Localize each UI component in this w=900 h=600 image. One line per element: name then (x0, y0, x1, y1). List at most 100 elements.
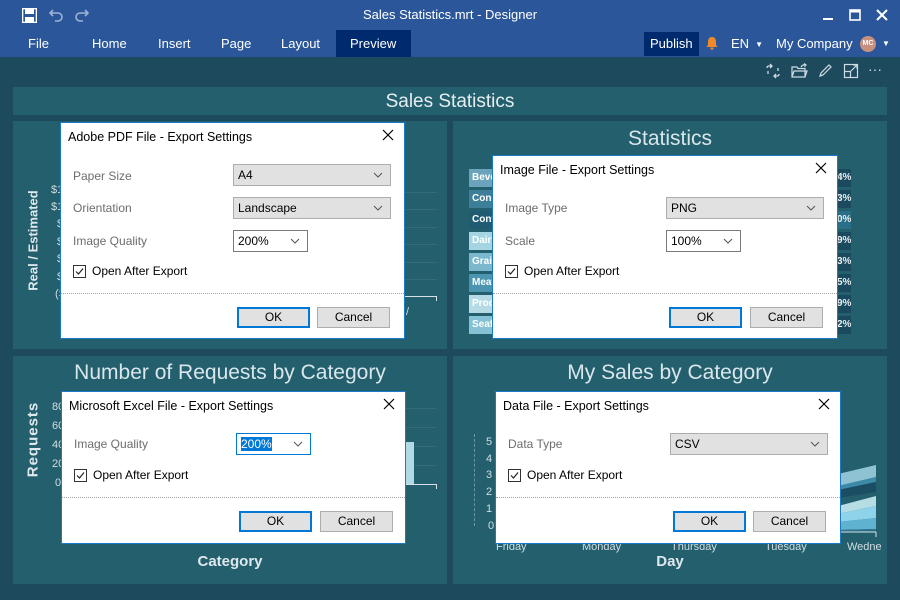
scale-label: Scale (505, 234, 536, 248)
close-icon[interactable] (381, 128, 399, 146)
panel-title: Statistics (627, 127, 713, 150)
close-icon[interactable] (814, 161, 832, 179)
x-axis-title: Day (656, 553, 684, 570)
data-export-dialog: Data File - Export Settings Data Type CS… (495, 391, 841, 544)
image-type-select[interactable]: PNG (666, 197, 824, 219)
chevron-down-icon (373, 172, 383, 178)
tab-preview[interactable]: Preview (336, 30, 411, 57)
checkbox-checked-icon (73, 264, 86, 278)
dialog-separator (496, 497, 840, 498)
ok-button[interactable]: OK (239, 511, 312, 532)
tab-layout[interactable]: Layout (267, 30, 334, 57)
account-chevron-down-icon[interactable]: ▼ (882, 30, 890, 57)
dialog-title: Microsoft Excel File - Export Settings (69, 399, 274, 413)
y-axis-title: Requests (24, 401, 42, 478)
dialog-title: Data File - Export Settings (503, 399, 649, 413)
dialog-separator (61, 293, 404, 294)
chevron-down-icon (290, 238, 300, 244)
title-bar: Sales Statistics.mrt - Designer (0, 0, 900, 30)
gridline (406, 427, 436, 428)
close-icon[interactable] (871, 5, 893, 25)
image-type-label: Image Type (505, 201, 568, 215)
ok-button[interactable]: OK (237, 307, 310, 328)
data-type-select[interactable]: CSV (670, 433, 828, 455)
chevron-down-icon (293, 441, 303, 447)
x-axis-title: Category (197, 553, 263, 570)
tab-insert[interactable]: Insert (144, 30, 205, 57)
open-after-export-checkbox[interactable]: Open After Export (74, 468, 188, 482)
y-tick: 3 (486, 469, 493, 481)
paper-size-value: A4 (238, 168, 253, 182)
fullscreen-icon[interactable] (843, 63, 859, 79)
close-icon[interactable] (382, 397, 400, 415)
open-after-export-label: Open After Export (93, 468, 189, 482)
chevron-down-icon (723, 238, 733, 244)
panel-title: Number of Requests by Category (74, 361, 386, 384)
close-icon[interactable] (817, 397, 835, 415)
avatar[interactable]: MC (860, 36, 876, 52)
statistics-percent: 2% (837, 316, 851, 334)
bell-icon[interactable] (705, 36, 719, 50)
refresh-icon[interactable] (765, 63, 781, 79)
statistics-percent: 0% (837, 211, 851, 229)
open-after-export-label: Open After Export (524, 264, 620, 278)
panel-title: My Sales by Category (567, 361, 773, 384)
open-folder-icon[interactable] (791, 63, 808, 79)
excel-export-dialog: Microsoft Excel File - Export Settings I… (61, 391, 406, 544)
checkbox-checked-icon (505, 264, 518, 278)
chevron-down-icon (806, 205, 816, 211)
statistics-percent: 3% (837, 190, 851, 208)
orientation-label: Orientation (73, 201, 132, 215)
image-quality-value: 200% (241, 437, 272, 451)
gridline (406, 408, 436, 409)
tab-home[interactable]: Home (78, 30, 141, 57)
open-after-export-label: Open After Export (92, 264, 188, 278)
language-label: EN (731, 36, 750, 51)
language-selector[interactable]: EN ▼ (731, 30, 763, 57)
image-quality-select[interactable]: 200% (233, 230, 308, 252)
y-tick: 2 (486, 486, 493, 498)
cancel-button[interactable]: Cancel (750, 307, 823, 328)
minimize-icon[interactable] (817, 5, 839, 25)
paper-size-select[interactable]: A4 (233, 164, 391, 186)
tab-page[interactable]: Page (207, 30, 265, 57)
checkbox-checked-icon (74, 468, 87, 482)
cancel-button[interactable]: Cancel (317, 307, 390, 328)
statistics-percent: 5% (837, 274, 851, 292)
image-export-dialog: Image File - Export Settings Image Type … (492, 155, 838, 339)
x-axis-tick (436, 484, 437, 489)
company-name[interactable]: My Company (776, 30, 853, 57)
gridline (405, 192, 437, 193)
edit-icon[interactable] (817, 63, 833, 79)
open-after-export-checkbox[interactable]: Open After Export (505, 264, 619, 278)
pdf-export-dialog: Adobe PDF File - Export Settings Paper S… (60, 122, 405, 339)
ok-button[interactable]: OK (673, 511, 746, 532)
stacked-area-visible-part (838, 465, 877, 537)
window-title: Sales Statistics.mrt - Designer (362, 7, 538, 22)
gridline (405, 244, 437, 245)
gridline (405, 279, 437, 280)
x-tick: Wedne (847, 541, 882, 553)
ok-button[interactable]: OK (669, 307, 742, 328)
y-tick: 0 (488, 520, 495, 532)
maximize-icon[interactable] (844, 5, 866, 25)
image-type-value: PNG (671, 201, 698, 215)
open-after-export-checkbox[interactable]: Open After Export (73, 264, 187, 278)
statistics-percent: 4% (837, 169, 851, 187)
cancel-button[interactable]: Cancel (320, 511, 393, 532)
chevron-down-icon: ▼ (755, 40, 763, 50)
scale-select[interactable]: 100% (666, 230, 741, 252)
checkbox-checked-icon (508, 468, 521, 482)
x-axis-tick (436, 296, 437, 301)
more-icon[interactable]: ··· (868, 62, 884, 79)
orientation-select[interactable]: Landscape (233, 197, 391, 219)
ribbon-tabs: File Home Insert Page Layout Preview Pub… (0, 30, 900, 57)
open-after-export-checkbox[interactable]: Open After Export (508, 468, 622, 482)
image-quality-label: Image Quality (73, 234, 148, 248)
image-quality-select[interactable]: 200% (236, 433, 311, 455)
cancel-button[interactable]: Cancel (753, 511, 826, 532)
dashboard-title: Sales Statistics (13, 87, 887, 115)
tab-file[interactable]: File (14, 30, 63, 57)
publish-button[interactable]: Publish (644, 32, 699, 56)
paper-size-label: Paper Size (73, 169, 132, 183)
